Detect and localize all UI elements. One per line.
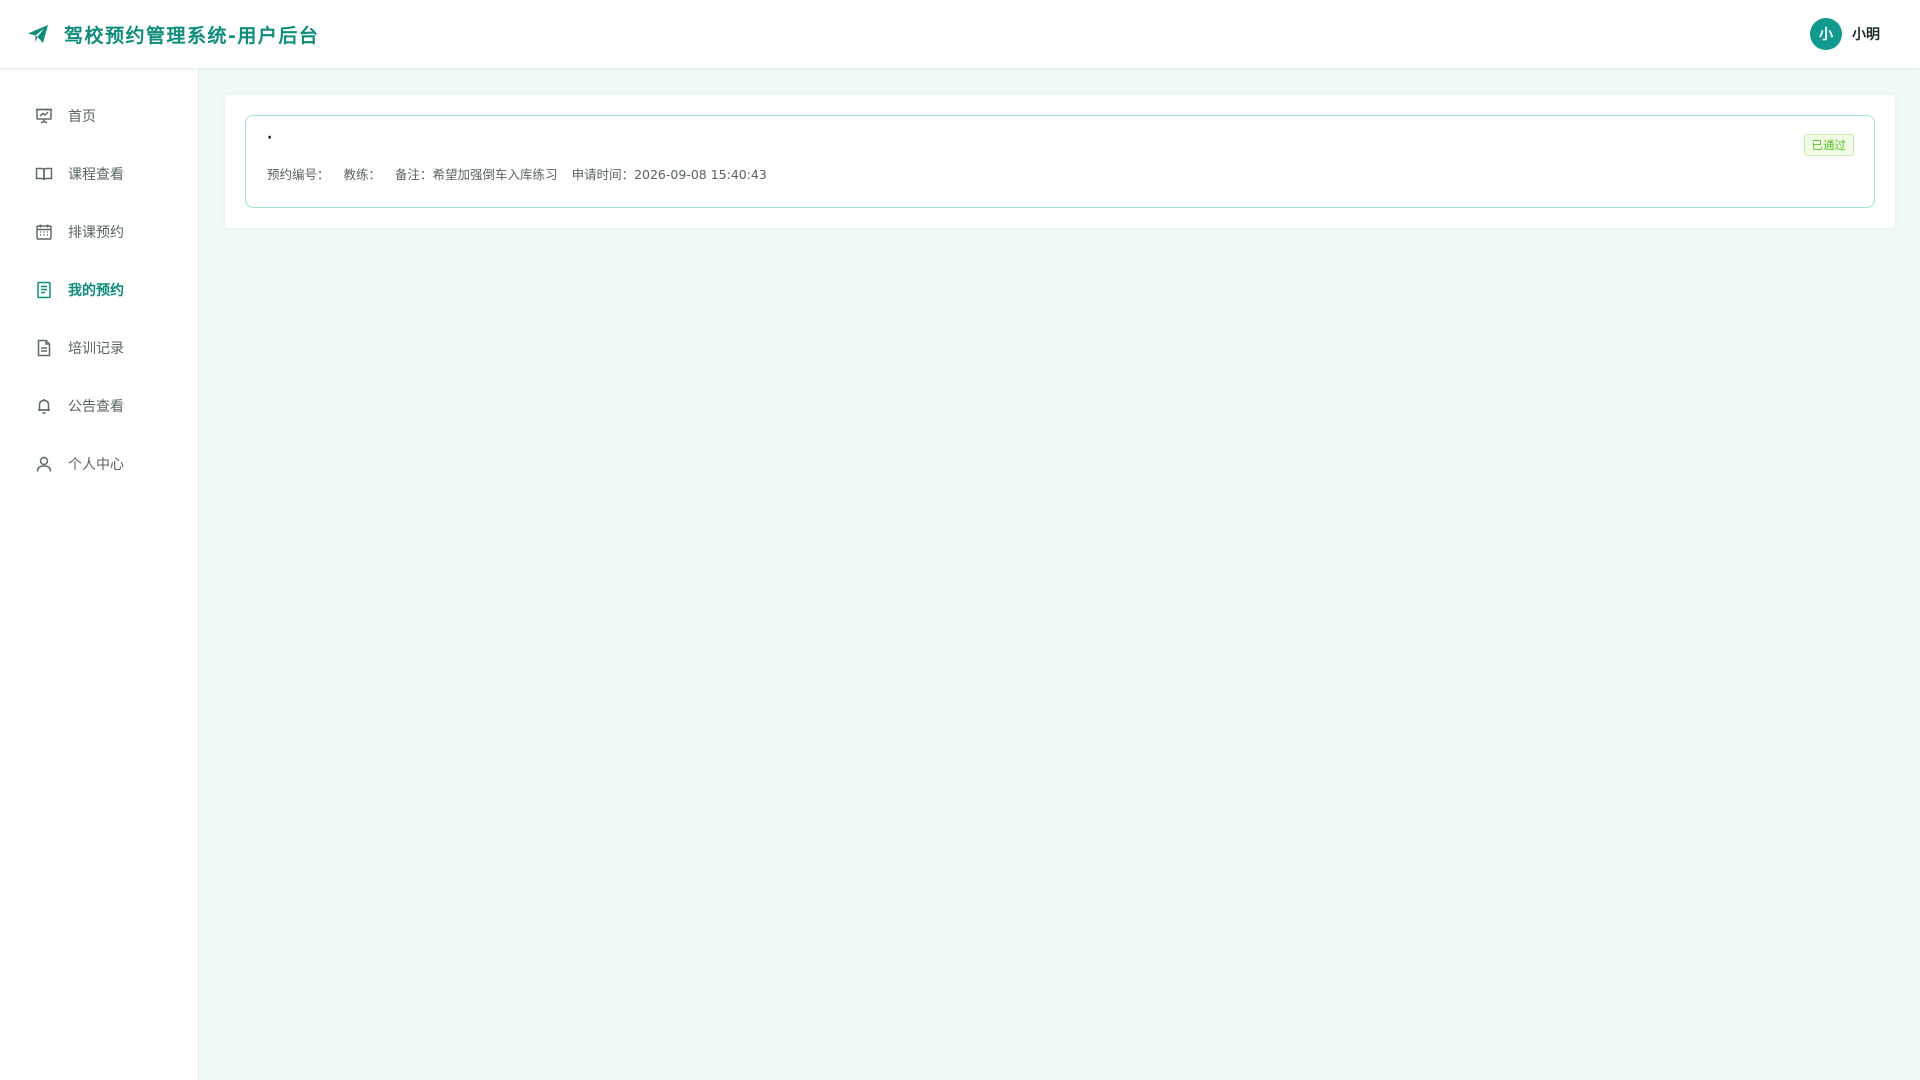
booking-remark-label: 备注： (395, 167, 433, 182)
booking-remark-value: 希望加强倒车入库练习 (432, 167, 558, 182)
sidebar-item-label: 个人中心 (68, 457, 124, 473)
app-title: 驾校预约管理系统-用户后台 (64, 24, 320, 47)
sidebar-item-label: 我的预约 (68, 283, 124, 299)
sidebar-nav: 首页 课程查看 排课预约 我的预约 培训记录 公告查看 个人中心 (0, 87, 198, 493)
sidebar-item-home[interactable]: 首页 (0, 87, 198, 145)
sidebar-item-schedule[interactable]: 排课预约 (0, 203, 198, 261)
sidebar-item-profile[interactable]: 个人中心 (0, 435, 198, 493)
sidebar-item-label: 公告查看 (68, 399, 124, 415)
booking-apply-time-value: 2026-09-08 15:40:43 (634, 167, 767, 182)
booking-apply-time: 申请时间：2026-09-08 15:40:43 (572, 164, 767, 183)
open-book-icon (35, 165, 53, 183)
booking-number-label: 预约编号： (267, 167, 330, 182)
booking-card[interactable]: · 预约编号： 教练： 备注：希望加强倒车入库练习 申请时间：2026-09-0… (245, 115, 1875, 208)
paper-plane-icon (26, 22, 50, 46)
sidebar-item-courses[interactable]: 课程查看 (0, 145, 198, 203)
booking-meta: 预约编号： 教练： 备注：希望加强倒车入库练习 申请时间：2026-09-08 … (267, 164, 781, 183)
user-menu[interactable]: 小 小明 (1810, 18, 1880, 50)
user-icon (35, 455, 53, 473)
sidebar-item-label: 培训记录 (68, 341, 124, 357)
sidebar-item-label: 排课预约 (68, 225, 124, 241)
sidebar-item-training-records[interactable]: 培训记录 (0, 319, 198, 377)
sidebar-item-label: 课程查看 (68, 167, 124, 183)
sidebar: 首页 课程查看 排课预约 我的预约 培训记录 公告查看 个人中心 (0, 69, 199, 1080)
file-text-icon (35, 339, 53, 357)
status-badge: 已通过 (1803, 134, 1854, 156)
sidebar-item-announcements[interactable]: 公告查看 (0, 377, 198, 435)
bell-icon (35, 397, 53, 415)
booking-number: 预约编号： (267, 164, 330, 183)
sidebar-item-label: 首页 (68, 109, 96, 125)
sidebar-item-my-bookings[interactable]: 我的预约 (0, 261, 198, 319)
booking-title: · (267, 130, 273, 146)
brand[interactable]: 驾校预约管理系统-用户后台 (26, 21, 319, 48)
booking-apply-time-label: 申请时间： (571, 167, 635, 182)
user-name[interactable]: 小明 (1852, 24, 1880, 44)
booking-coach: 教练： (344, 164, 382, 183)
calendar-icon (35, 223, 53, 241)
presentation-board-icon (35, 107, 53, 125)
document-list-icon (35, 281, 53, 299)
top-header: 驾校预约管理系统-用户后台 小 小明 (0, 0, 1920, 69)
booking-coach-label: 教练： (343, 167, 382, 182)
bookings-panel: · 预约编号： 教练： 备注：希望加强倒车入库练习 申请时间：2026-09-0… (225, 95, 1895, 228)
booking-remark: 备注：希望加强倒车入库练习 (395, 164, 558, 183)
avatar[interactable]: 小 (1810, 18, 1842, 50)
